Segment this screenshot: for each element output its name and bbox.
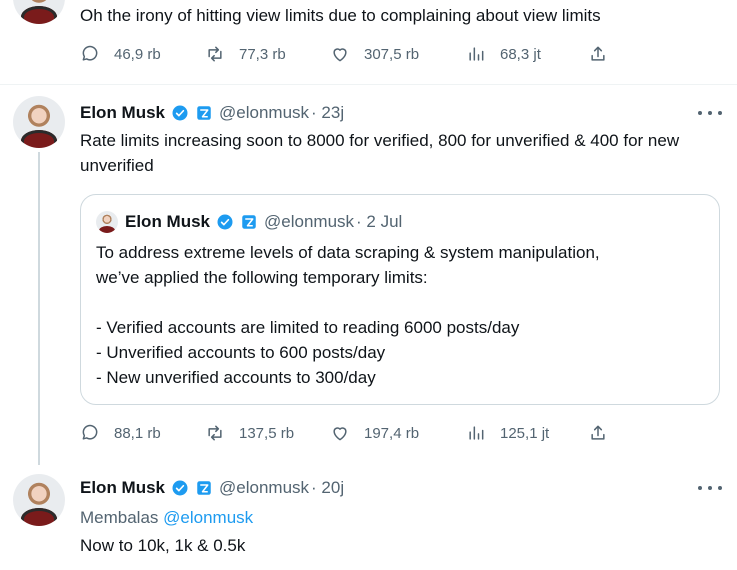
like-count: 197,4 rb: [364, 424, 420, 442]
reply-to-link[interactable]: @elonmusk: [163, 508, 253, 527]
quote-line: To address extreme levels of data scrapi…: [96, 243, 600, 262]
tweet-time: · 2 Jul: [356, 212, 403, 231]
author-handle: @elonmusk: [264, 212, 355, 231]
gold-badge-icon: [195, 104, 213, 122]
tweet-text: Rate limits increasing soon to 8000 for …: [80, 131, 680, 175]
tweet-text: Oh the irony of hitting view limits due …: [80, 6, 601, 25]
views-button[interactable]: 68,3 jt: [466, 44, 541, 64]
views-button[interactable]: 125,1 jt: [466, 423, 549, 443]
reply-prefix: Membalas: [80, 508, 159, 527]
reply-icon: [82, 45, 98, 61]
reply-button[interactable]: 46,9 rb: [80, 44, 161, 64]
reply-count: 88,1 rb: [114, 424, 161, 442]
repost-icon: [208, 46, 222, 62]
repost-count: 137,5 rb: [239, 424, 295, 442]
quote-line: - Unverified accounts to 600 posts/day: [96, 343, 386, 362]
views-count: 125,1 jt: [500, 424, 550, 442]
share-button[interactable]: [588, 44, 608, 64]
quote-line: we’ve applied the following temporary li…: [96, 268, 428, 287]
author-name: Elon Musk: [125, 212, 211, 231]
tweet-time[interactable]: · 23j: [311, 100, 344, 125]
tweet-header: Elon Musk @elonmusk · 20j: [80, 475, 344, 500]
views-count: 68,3 jt: [500, 45, 541, 63]
like-count: 307,5 rb: [364, 45, 420, 63]
avatar[interactable]: [13, 474, 65, 526]
quoted-tweet[interactable]: Elon Musk @elonmusk · 2 Jul To address e…: [80, 194, 720, 405]
quote-line: - Verified accounts are limited to readi…: [96, 318, 520, 337]
avatar: [96, 211, 118, 233]
verified-icon: [216, 213, 234, 231]
quote-line: - New unverified accounts to 300/day: [96, 368, 376, 387]
tweet-text: Now to 10k, 1k & 0.5k: [80, 536, 246, 555]
author-name[interactable]: Elon Musk: [80, 100, 165, 125]
views-icon: [469, 47, 484, 61]
author-handle[interactable]: @elonmusk: [219, 475, 309, 500]
reply-count: 46,9 rb: [114, 45, 161, 63]
share-button[interactable]: [588, 423, 608, 443]
divider: [0, 84, 737, 85]
like-button[interactable]: 197,4 rb: [330, 423, 419, 443]
reply-button[interactable]: 88,1 rb: [80, 423, 161, 443]
avatar[interactable]: [13, 96, 65, 148]
repost-count: 77,3 rb: [239, 45, 286, 63]
repost-icon: [208, 425, 222, 441]
like-icon: [333, 427, 347, 441]
tweet-actions: 46,9 rb 77,3 rb 307,5 rb 68,3 jt: [80, 44, 620, 68]
like-button[interactable]: 307,5 rb: [330, 44, 419, 64]
quote-header: Elon Musk @elonmusk · 2 Jul: [125, 209, 402, 234]
more-icon[interactable]: [698, 104, 722, 122]
reply-icon: [82, 424, 98, 440]
verified-icon: [171, 104, 189, 122]
views-icon: [469, 426, 484, 440]
author-name[interactable]: Elon Musk: [80, 475, 165, 500]
author-handle[interactable]: @elonmusk: [219, 100, 309, 125]
avatar[interactable]: [13, 0, 65, 24]
verified-icon: [171, 479, 189, 497]
more-icon[interactable]: [698, 479, 722, 497]
tweet-time[interactable]: · 20j: [311, 475, 344, 500]
repost-button[interactable]: 77,3 rb: [205, 44, 286, 64]
tweet-actions: 88,1 rb 137,5 rb 197,4 rb 125,1 jt: [80, 423, 620, 447]
repost-button[interactable]: 137,5 rb: [205, 423, 294, 443]
gold-badge-icon: [240, 213, 258, 231]
tweet-header: Elon Musk @elonmusk · 23j: [80, 100, 344, 125]
like-icon: [333, 48, 347, 62]
share-icon: [591, 46, 605, 61]
thread-line: [38, 152, 40, 465]
gold-badge-icon: [195, 479, 213, 497]
reply-context: Membalas @elonmusk: [80, 505, 253, 530]
share-icon: [591, 425, 605, 440]
